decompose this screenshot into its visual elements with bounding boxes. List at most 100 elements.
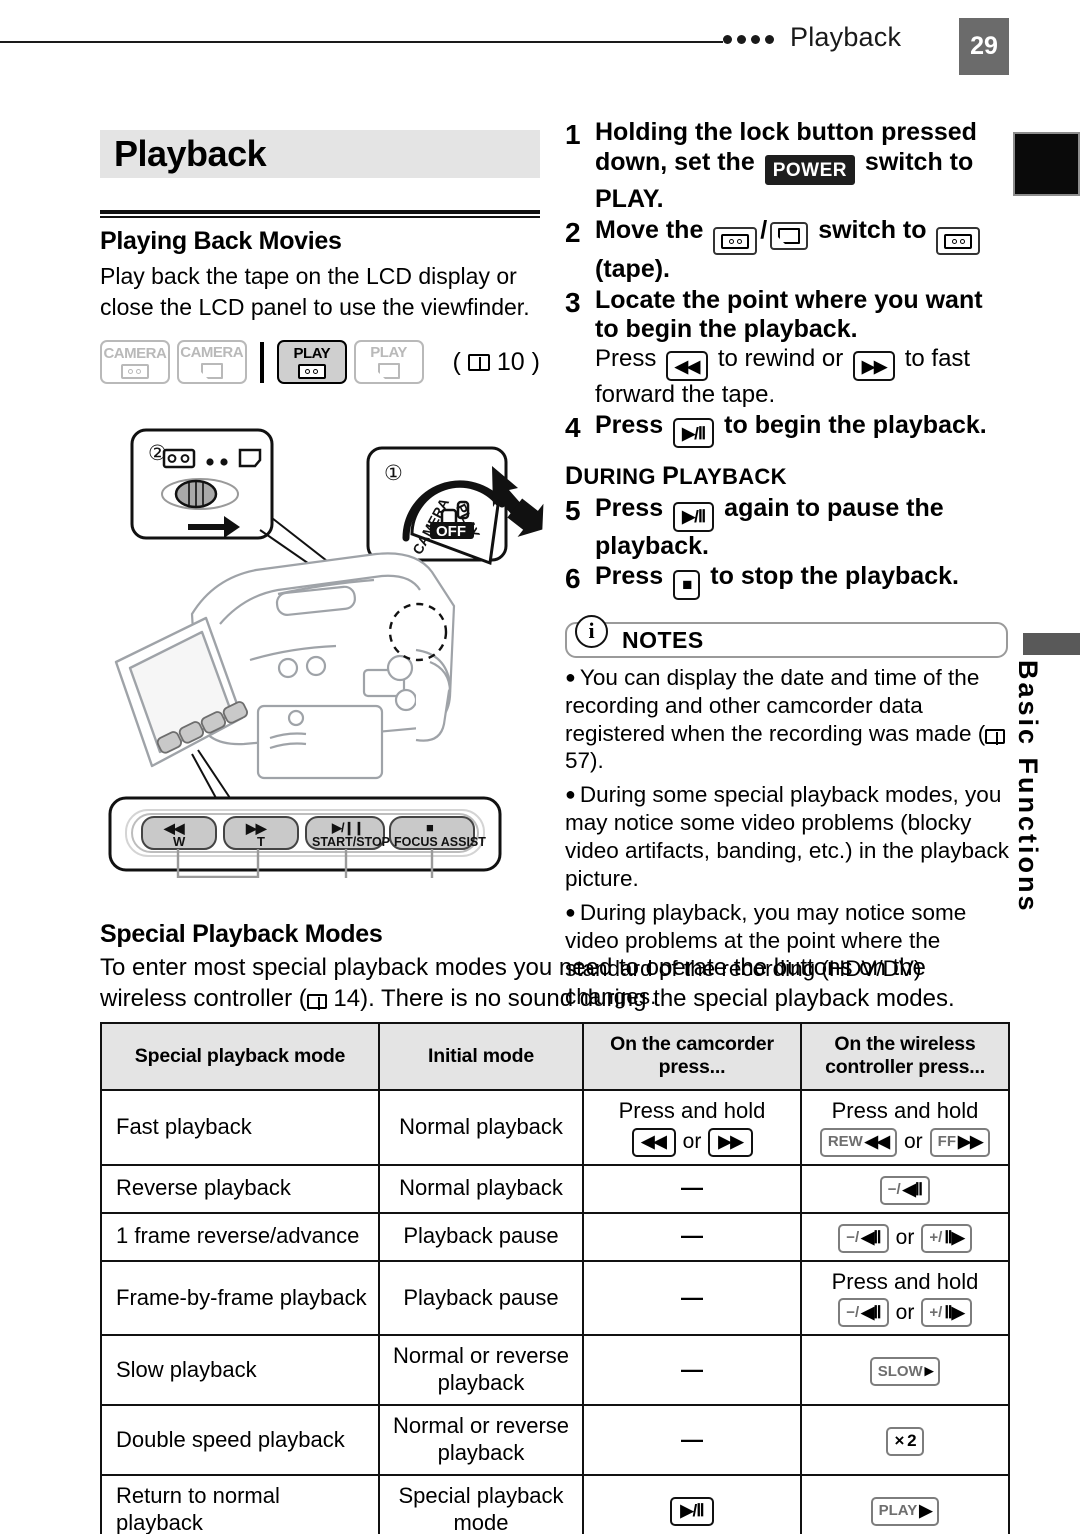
col-header-camcorder: On the camcorder press...	[582, 1022, 802, 1091]
cell-initial: Playback pause	[378, 1211, 584, 1262]
reverse-icon: ◀Ⅱ	[902, 1179, 923, 1199]
step-text-pre: Press	[595, 410, 671, 439]
info-icon: i	[575, 614, 608, 648]
step-6: 6 Press ■ to stop the playback.	[565, 562, 1010, 600]
card-icon	[377, 363, 400, 380]
key-separator: or	[903, 1130, 923, 1154]
cell-controller: × 2	[800, 1404, 1010, 1476]
rewind-key-badge: ◀◀	[666, 351, 709, 381]
table-header-row: Special playback mode Initial mode On th…	[100, 1022, 1010, 1091]
fast-forward-icon: ▶▶	[958, 1131, 983, 1151]
special-modes-body: To enter most special playback modes you…	[100, 952, 1008, 1014]
cell-mode: Slow playback	[100, 1334, 380, 1407]
step-number: 6	[565, 563, 581, 595]
step-1: 1 Holding the lock button pressed down, …	[565, 118, 1010, 215]
note-text: During some special playback modes, you …	[565, 782, 1010, 892]
cell-keys: SLOW ▸	[808, 1357, 1002, 1387]
cell-camcorder: —	[582, 1211, 802, 1262]
key-prefix: −/	[846, 1228, 860, 1246]
cell-camcorder: —	[582, 1334, 802, 1407]
svg-text:W: W	[173, 834, 186, 849]
ref-open-paren: (	[452, 347, 461, 376]
table-row: Return to normal playback Special playba…	[100, 1473, 1010, 1534]
frame-reverse-key: −/◀Ⅱ	[838, 1298, 889, 1328]
step-2: 2 Move the / switch to (tape).	[565, 216, 1010, 285]
cell-mode: Fast playback	[100, 1088, 380, 1166]
badge-label: PLAY	[293, 344, 331, 362]
heading-playback: LAYBACK	[679, 464, 787, 490]
badge-separator	[259, 341, 264, 383]
book-icon	[306, 994, 327, 1011]
mode-badge-camera-tape: CAMERA	[100, 340, 170, 385]
side-tab-marker	[1023, 633, 1080, 655]
body-page-ref: 14	[333, 985, 361, 1013]
cell-mode: Frame-by-frame playback	[100, 1259, 380, 1337]
book-icon	[985, 728, 1006, 745]
svg-text:①: ①	[384, 462, 403, 485]
cell-initial: Normal or reverse playback	[378, 1404, 584, 1476]
body-b: ). There is no sound during the special …	[360, 985, 955, 1013]
col-header-initial: Initial mode	[378, 1022, 584, 1091]
page-reference: ( 10)	[453, 348, 540, 377]
play-icon: ▶	[919, 1500, 932, 1520]
cell-keys: ◀◀ or ▶▶	[590, 1127, 794, 1157]
step-text-post: to stop the playback.	[703, 562, 959, 591]
step-number: 4	[565, 411, 581, 443]
camcorder-illustration: ② ① OFF CAMERA PLAY ◀◀ W ▶▶ T ▶/❙❙ START…	[100, 418, 550, 903]
side-tab-label: Basic Functions	[1013, 660, 1043, 914]
note-text-b: ).	[590, 748, 604, 774]
cell-mode: Reverse playback	[100, 1163, 380, 1214]
step-3: 3 Locate the point where you want to beg…	[565, 286, 1010, 410]
cell-keys: PLAY ▶	[808, 1496, 1002, 1526]
frame-advance-key: +/Ⅱ▶	[921, 1298, 972, 1328]
cell-mode: 1 frame reverse/advance	[100, 1211, 380, 1262]
bullet-icon: ●	[565, 666, 576, 687]
key-prefix: SLOW	[877, 1362, 923, 1380]
key-prefix: −/	[846, 1303, 860, 1321]
section-divider	[100, 210, 540, 218]
rewind-key: ◀◀	[631, 1127, 676, 1157]
svg-text:▶/❙❙: ▶/❙❙	[331, 820, 363, 836]
tape-icon	[944, 233, 973, 249]
note-page-ref: 57	[565, 748, 591, 774]
key-prefix: +/	[929, 1228, 943, 1246]
step-text-post: (tape).	[595, 255, 670, 283]
step-4: 4 Press ▶/Ⅱ to begin the playback.	[565, 411, 1010, 449]
frame-reverse-key: −/◀Ⅱ	[838, 1223, 889, 1253]
cell-controller: PLAY ▶	[800, 1473, 1010, 1534]
book-icon	[467, 353, 490, 371]
key-prefix: REW	[827, 1132, 863, 1150]
cell-controller: Press and hold REW ◀◀ or FF ▶▶	[800, 1088, 1010, 1166]
play-controller-key: PLAY ▶	[870, 1496, 940, 1526]
step-text-pre: Press	[595, 494, 671, 523]
cell-camcorder: —	[582, 1404, 802, 1476]
col-header-controller: On the wireless controller press...	[800, 1022, 1010, 1091]
key-separator: or	[895, 1301, 915, 1325]
svg-text:OFF: OFF	[436, 523, 466, 540]
table-row: Double speed playback Normal or reverse …	[100, 1404, 1010, 1476]
cell-controller: −/◀Ⅱ or +/Ⅱ▶	[800, 1211, 1010, 1262]
step-subtext: Press ◀◀ to rewind or ▶▶ to fast forward…	[595, 345, 1010, 410]
table-row: Fast playback Normal playback Press and …	[100, 1088, 1010, 1166]
step-text-pre: Move the	[595, 215, 711, 244]
mode-badge-camera-card: CAMERA	[176, 340, 247, 385]
table-row: Reverse playback Normal playback — −/◀Ⅱ	[100, 1163, 1010, 1214]
step-text: Press ■ to stop the playback.	[595, 562, 959, 600]
card-icon	[200, 363, 223, 380]
header-title: Playback	[790, 22, 902, 52]
play-pause-icon: ▶/Ⅱ	[682, 507, 706, 527]
fast-forward-icon: ▶▶	[861, 356, 887, 376]
cell-controller: Press and hold −/◀Ⅱ or +/Ⅱ▶	[800, 1259, 1010, 1337]
note-item-1: ● You can display the date and time of th…	[565, 664, 1010, 776]
card-icon	[778, 227, 801, 244]
section-heading: Playing Back Movies	[100, 227, 342, 255]
special-modes-heading: Special Playback Modes	[100, 920, 383, 948]
right-column: 1 Holding the lock button pressed down, …	[565, 118, 1010, 1010]
special-modes-table: Special playback mode Initial mode On th…	[100, 1022, 1010, 1534]
ref-close-paren: )	[531, 347, 540, 376]
tape-icon	[297, 363, 326, 379]
cell-keys: ▶/Ⅱ	[590, 1496, 794, 1526]
cell-keys: REW ◀◀ or FF ▶▶	[808, 1127, 1002, 1157]
key-prefix: −/	[887, 1180, 901, 1198]
header-rule	[0, 41, 723, 43]
